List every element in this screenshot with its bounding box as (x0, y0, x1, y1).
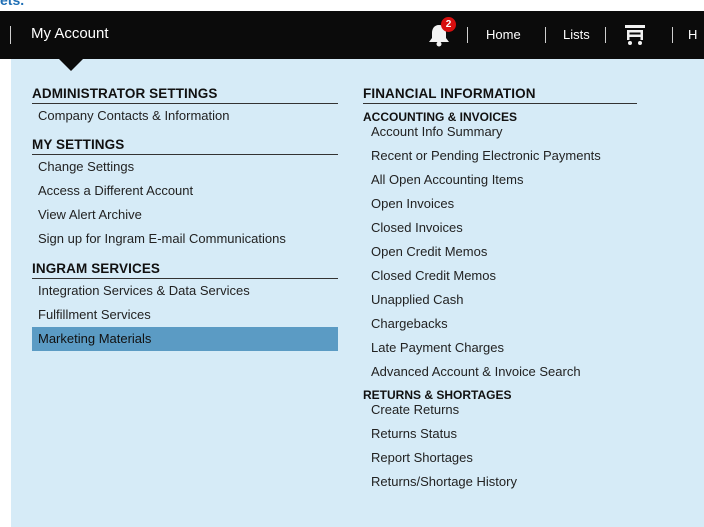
right-column: FINANCIAL INFORMATION ACCOUNTING & INVOI… (363, 86, 693, 494)
menu-item-email-signup[interactable]: Sign up for Ingram E-mail Communications (32, 227, 338, 251)
my-settings-section: MY SETTINGS Change Settings Access a Dif… (32, 137, 338, 251)
cart-icon[interactable] (624, 22, 646, 46)
menu-item-create-returns[interactable]: Create Returns (363, 398, 693, 422)
page-edge (0, 59, 11, 527)
menu-item-chargebacks[interactable]: Chargebacks (363, 312, 693, 336)
nav-link-lists[interactable]: Lists (563, 27, 590, 42)
notification-badge: 2 (441, 17, 456, 32)
menu-item-integration-services[interactable]: Integration Services & Data Services (32, 279, 338, 303)
accounting-list: Account Info Summary Recent or Pending E… (363, 120, 693, 384)
returns-list: Create Returns Returns Status Report Sho… (363, 398, 693, 494)
nav-divider (605, 27, 606, 43)
nav-divider (467, 27, 468, 43)
menu-item-fulfillment-services[interactable]: Fulfillment Services (32, 303, 338, 327)
menu-item-late-payment-charges[interactable]: Late Payment Charges (363, 336, 693, 360)
top-strip-text: ets. (0, 0, 25, 8)
menu-item-alert-archive[interactable]: View Alert Archive (32, 203, 338, 227)
menu-item-company-contacts[interactable]: Company Contacts & Information (32, 104, 338, 128)
top-navbar: My Account 2 Home Lists H (0, 11, 704, 71)
account-dropdown-panel: ADMINISTRATOR SETTINGS Company Contacts … (11, 59, 704, 527)
section-title: INGRAM SERVICES (32, 261, 161, 276)
menu-item-closed-credit-memos[interactable]: Closed Credit Memos (363, 264, 693, 288)
menu-item-open-credit-memos[interactable]: Open Credit Memos (363, 240, 693, 264)
menu-item-returns-status[interactable]: Returns Status (363, 422, 693, 446)
menu-item-returns-history[interactable]: Returns/Shortage History (363, 470, 693, 494)
menu-item-open-invoices[interactable]: Open Invoices (363, 192, 693, 216)
ingram-services-section: INGRAM SERVICES Integration Services & D… (32, 261, 338, 351)
menu-item-account-info-summary[interactable]: Account Info Summary (363, 120, 693, 144)
my-account-menu[interactable]: My Account (31, 25, 109, 42)
section-title: FINANCIAL INFORMATION (363, 86, 536, 101)
menu-item-unapplied-cash[interactable]: Unapplied Cash (363, 288, 693, 312)
section-title: ADMINISTRATOR SETTINGS (32, 86, 218, 101)
section-divider (363, 103, 637, 104)
left-column: ADMINISTRATOR SETTINGS Company Contacts … (32, 86, 338, 351)
nav-divider (10, 26, 11, 44)
nav-divider (545, 27, 546, 43)
menu-item-open-accounting-items[interactable]: All Open Accounting Items (363, 168, 693, 192)
admin-settings-section: ADMINISTRATOR SETTINGS Company Contacts … (32, 86, 338, 128)
nav-link-truncated[interactable]: H (688, 27, 697, 42)
nav-divider (672, 27, 673, 43)
menu-item-change-settings[interactable]: Change Settings (32, 155, 338, 179)
menu-pointer (59, 59, 83, 71)
nav-link-home[interactable]: Home (486, 27, 521, 42)
menu-item-marketing-materials[interactable]: Marketing Materials (32, 327, 338, 351)
menu-item-access-account[interactable]: Access a Different Account (32, 179, 338, 203)
menu-item-report-shortages[interactable]: Report Shortages (363, 446, 693, 470)
menu-item-closed-invoices[interactable]: Closed Invoices (363, 216, 693, 240)
section-title: MY SETTINGS (32, 137, 125, 152)
page-title-fragment: ets. (0, 0, 704, 11)
menu-item-recent-payments[interactable]: Recent or Pending Electronic Payments (363, 144, 693, 168)
menu-item-advanced-search[interactable]: Advanced Account & Invoice Search (363, 360, 693, 384)
